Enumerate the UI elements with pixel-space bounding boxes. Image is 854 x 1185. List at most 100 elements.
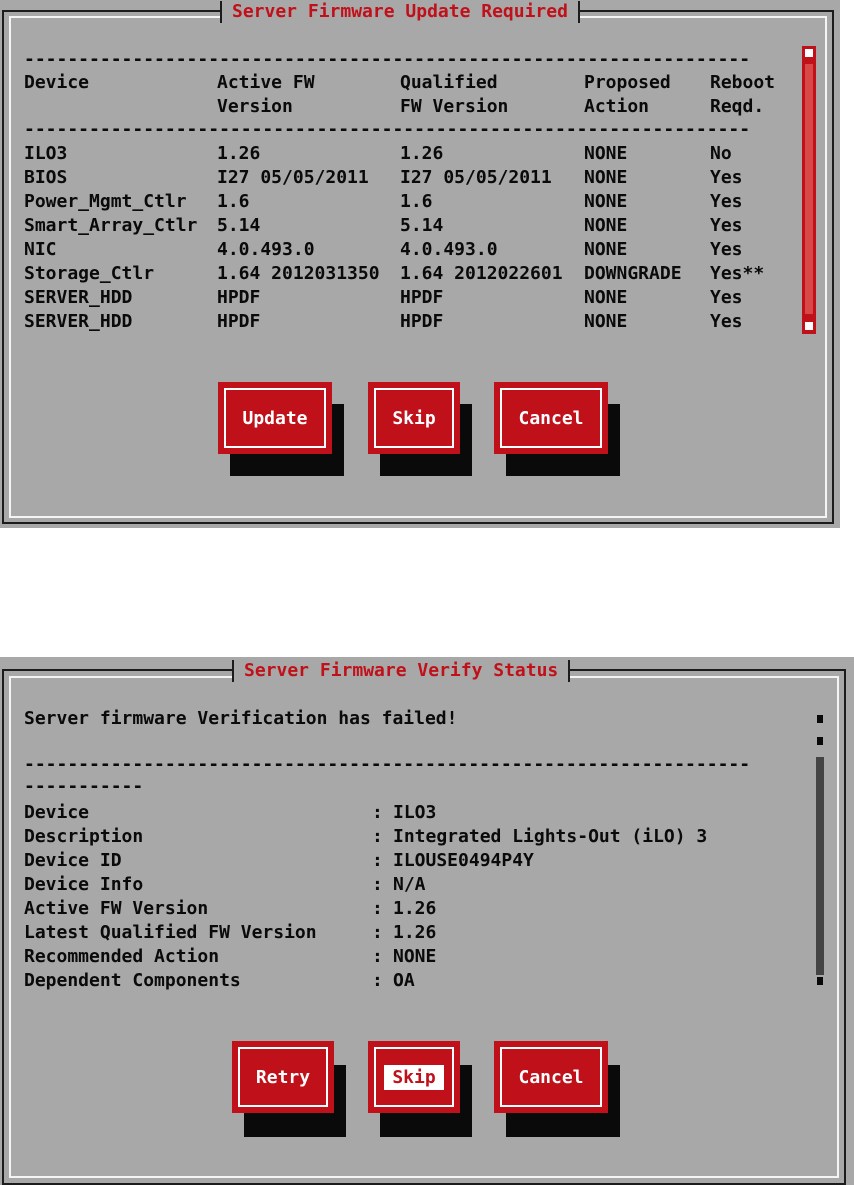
cell-active-fw: HPDF: [217, 287, 261, 308]
detail-value: OA: [393, 970, 415, 991]
scrollbar-thumb[interactable]: [816, 757, 824, 975]
divider-long: ----------------------------------------…: [24, 755, 751, 775]
detail-label: Description: [24, 826, 144, 847]
cell-reboot: Yes: [710, 191, 743, 212]
detail-value: 1.26: [393, 898, 437, 919]
col-header-proposed-action: Action: [584, 96, 650, 117]
detail-separator: :: [372, 922, 383, 943]
cell-device: ILO3: [24, 143, 68, 164]
retry-button-label: Retry: [255, 1066, 311, 1088]
detail-value: NONE: [393, 946, 437, 967]
dialog-title: Server Firmware Verify Status: [232, 660, 571, 682]
detail-separator: :: [372, 970, 383, 991]
cell-proposed-action: NONE: [584, 167, 628, 188]
cell-device: Storage_Ctlr: [24, 263, 155, 284]
detail-label: Device Info: [24, 874, 144, 895]
cell-proposed-action: NONE: [584, 311, 628, 332]
cell-device: SERVER_HDD: [24, 287, 133, 308]
col-header-device: Device: [24, 72, 90, 93]
col-header-active-fw: Version: [217, 96, 293, 117]
col-header-proposed-action: Proposed: [584, 72, 671, 93]
detail-label: Latest Qualified FW Version: [24, 922, 317, 943]
detail-value: N/A: [393, 874, 426, 895]
cell-device: Smart_Array_Ctlr: [24, 215, 198, 236]
cell-active-fw: 1.26: [217, 143, 261, 164]
detail-separator: :: [372, 850, 383, 871]
skip-button[interactable]: Skip: [368, 1041, 460, 1113]
detail-label: Active FW Version: [24, 898, 209, 919]
retry-button[interactable]: Retry: [232, 1041, 334, 1113]
cell-active-fw: 4.0.493.0: [217, 239, 315, 260]
col-header-active-fw: Active FW: [217, 72, 315, 93]
cell-proposed-action: NONE: [584, 143, 628, 164]
cell-device: SERVER_HDD: [24, 311, 133, 332]
detail-label: Recommended Action: [24, 946, 220, 967]
header-divider-bottom: ----------------------------------------…: [24, 120, 751, 140]
verification-failed-message: Server firmware Verification has failed!: [24, 708, 458, 729]
cancel-button[interactable]: Cancel: [494, 382, 608, 454]
cell-device: BIOS: [24, 167, 68, 188]
scroll-down-arrow-icon[interactable]: [817, 977, 823, 985]
skip-button[interactable]: Skip: [368, 382, 460, 454]
divider-short: -----------: [24, 777, 144, 797]
col-header-reboot-reqd: Reboot: [710, 72, 776, 93]
col-header-qualified-fw: Qualified: [400, 72, 498, 93]
detail-separator: :: [372, 802, 383, 823]
cell-active-fw: 1.64 2012031350: [217, 263, 380, 284]
detail-value: Integrated Lights-Out (iLO) 3: [393, 826, 708, 847]
dialog-title: Server Firmware Update Required: [220, 1, 580, 23]
cancel-button-label: Cancel: [518, 407, 584, 429]
cell-proposed-action: NONE: [584, 239, 628, 260]
detail-label: Dependent Components: [24, 970, 241, 991]
cell-reboot: Yes: [710, 167, 743, 188]
cell-device: NIC: [24, 239, 57, 260]
detail-label: Device: [24, 802, 90, 823]
cell-reboot: Yes: [710, 239, 743, 260]
detail-separator: :: [372, 826, 383, 847]
detail-separator: :: [372, 874, 383, 895]
cell-proposed-action: DOWNGRADE: [584, 263, 682, 284]
detail-value: ILO3: [393, 802, 437, 823]
cell-qualified-fw: HPDF: [400, 287, 444, 308]
cell-reboot: Yes: [710, 287, 743, 308]
cancel-button-label: Cancel: [518, 1066, 584, 1088]
firmware-verify-dialog: Server Firmware Verify Status Server fir…: [0, 657, 854, 1185]
cell-reboot: No: [710, 143, 732, 164]
cell-active-fw: 1.6: [217, 191, 250, 212]
details-scrollbar[interactable]: [815, 709, 825, 987]
firmware-update-dialog: Server Firmware Update Required --------…: [0, 0, 840, 528]
scroll-down-arrow-icon[interactable]: [805, 322, 813, 330]
cell-reboot: Yes: [710, 215, 743, 236]
cell-proposed-action: NONE: [584, 191, 628, 212]
detail-separator: :: [372, 898, 383, 919]
header-divider-top: ----------------------------------------…: [24, 50, 751, 70]
skip-button-label: Skip: [392, 407, 436, 429]
update-button-label: Update: [242, 407, 308, 429]
cell-qualified-fw: 1.26: [400, 143, 444, 164]
detail-value: 1.26: [393, 922, 437, 943]
cell-proposed-action: NONE: [584, 287, 628, 308]
cell-qualified-fw: 4.0.493.0: [400, 239, 498, 260]
cell-device: Power_Mgmt_Ctlr: [24, 191, 187, 212]
col-header-reboot-reqd: Reqd.: [710, 96, 765, 117]
update-button[interactable]: Update: [218, 382, 332, 454]
table-scrollbar[interactable]: [802, 46, 816, 334]
scroll-up-arrow-icon[interactable]: [817, 715, 823, 723]
scroll-up-arrow-icon[interactable]: [817, 737, 823, 745]
detail-separator: :: [372, 946, 383, 967]
cell-reboot: Yes: [710, 311, 743, 332]
cell-active-fw: I27 05/05/2011: [217, 167, 369, 188]
cell-qualified-fw: 1.6: [400, 191, 433, 212]
cell-qualified-fw: HPDF: [400, 311, 444, 332]
detail-value: ILOUSE0494P4Y: [393, 850, 534, 871]
cell-qualified-fw: I27 05/05/2011: [400, 167, 552, 188]
skip-button-label: Skip: [384, 1064, 444, 1090]
scroll-up-arrow-icon[interactable]: [805, 49, 813, 57]
cell-active-fw: HPDF: [217, 311, 261, 332]
scrollbar-thumb[interactable]: [805, 64, 813, 314]
cancel-button[interactable]: Cancel: [494, 1041, 608, 1113]
col-header-qualified-fw: FW Version: [400, 96, 509, 117]
cell-active-fw: 5.14: [217, 215, 261, 236]
cell-reboot: Yes**: [710, 263, 765, 284]
detail-label: Device ID: [24, 850, 122, 871]
